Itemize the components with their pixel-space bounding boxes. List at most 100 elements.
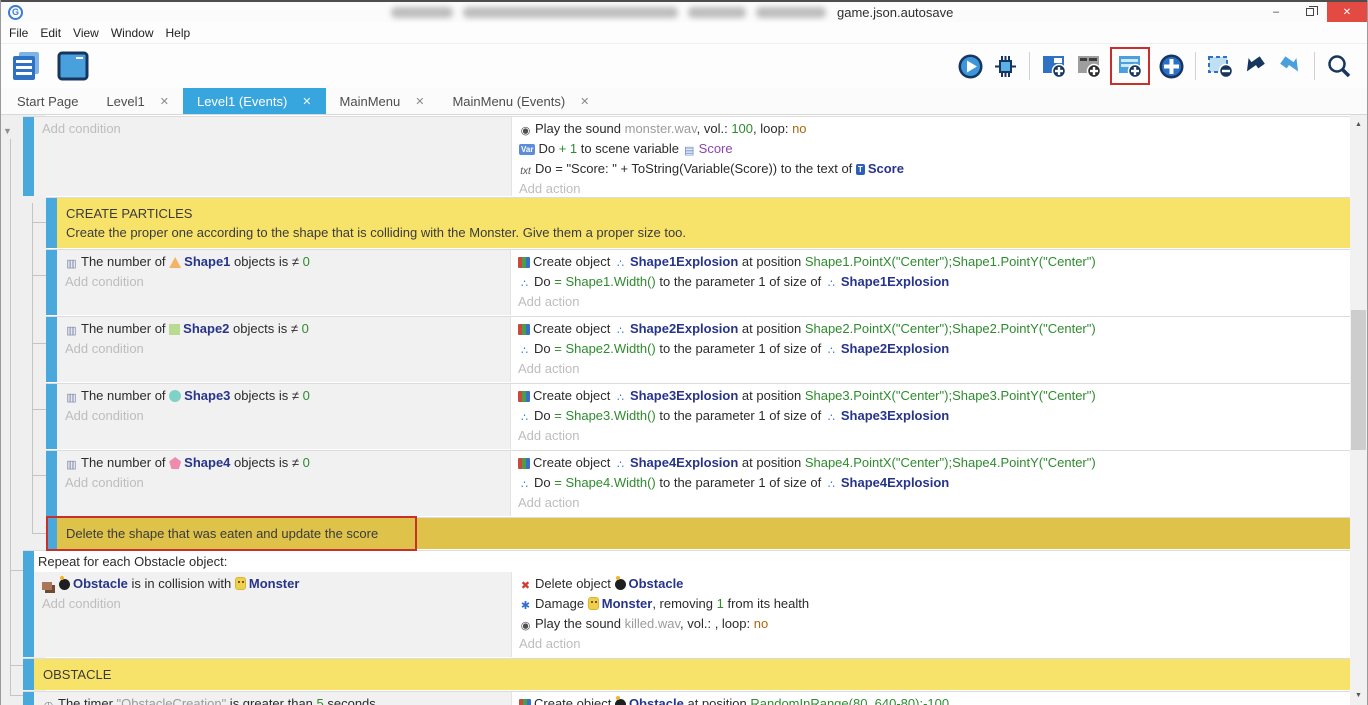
conditions-column[interactable]: ▥The number of Shape2 objects is ≠ 0Add … — [57, 317, 510, 382]
new-external-events-button[interactable] — [1116, 51, 1144, 81]
add-action-button[interactable]: Add action — [518, 493, 1350, 513]
actions-column[interactable]: Create object ∴Shape3Explosion at positi… — [510, 384, 1350, 449]
tab-level1[interactable]: Level1✕ — [92, 88, 183, 114]
menu-help[interactable]: Help — [166, 23, 200, 43]
add-condition-button[interactable]: Add condition — [42, 119, 511, 139]
menu-view[interactable]: View — [73, 23, 108, 43]
actions-column[interactable]: ✖Delete object Obstacle✱Damage Monster, … — [511, 572, 1350, 657]
conditions-column[interactable]: ▥The number of Shape3 objects is ≠ 0 Add … — [57, 384, 510, 449]
add-action-button[interactable]: Add action — [519, 179, 1350, 196]
actions-column[interactable]: ◉Play the sound monster.wav, vol.: 100, … — [511, 117, 1350, 196]
scrollbar-thumb[interactable] — [1351, 310, 1366, 450]
preview-window-button[interactable] — [54, 48, 91, 85]
actions-column[interactable]: Create object ∴Shape4Explosion at positi… — [510, 451, 1350, 516]
conditions-column[interactable]: ▥The number of Shape4 objects is ≠ 0Add … — [57, 451, 510, 516]
action-line[interactable]: ✱Damage Monster, removing 1 from its hea… — [519, 594, 1350, 614]
action-line[interactable]: ✖Delete object Obstacle — [519, 574, 1350, 594]
action-line[interactable]: ∴Do = Shape1.Width() to the parameter 1 … — [518, 272, 1350, 292]
debug-button[interactable] — [991, 51, 1019, 81]
preview-play-button[interactable] — [956, 51, 984, 81]
delete-shape-comment[interactable]: Delete the shape that was eaten and upda… — [46, 517, 1350, 549]
action-line[interactable]: Create object ∴Shape3Explosion at positi… — [518, 386, 1350, 406]
restore-button[interactable] — [1293, 2, 1327, 22]
add-action-button[interactable]: Add action — [519, 634, 1350, 654]
text-segment: Shape4.PointX("Center");Shape4.PointY("C… — [805, 455, 1096, 470]
tab-level1-events-[interactable]: Level1 (Events)✕ — [183, 88, 326, 114]
close-button[interactable]: ✕ — [1327, 2, 1367, 22]
add-condition-button[interactable]: Add condition — [42, 594, 511, 614]
undo-button[interactable] — [1241, 51, 1269, 81]
action-line[interactable]: ◉Play the sound killed.wav, vol.: , loop… — [519, 614, 1350, 634]
actions-column[interactable]: Create object Obstacle at position Rando… — [511, 692, 1350, 705]
add-condition-button[interactable]: Add condition — [65, 406, 510, 426]
conditions-column[interactable]: Obstacle is in collision with MonsterAdd… — [34, 572, 511, 657]
new-external-layout-button[interactable] — [1075, 51, 1103, 81]
tab-close-icon[interactable]: ✕ — [160, 95, 169, 108]
toolbar-separator — [1029, 52, 1030, 80]
obstacle-comment[interactable]: OBSTACLE — [23, 658, 1350, 690]
tab-close-icon[interactable]: ✕ — [302, 95, 311, 108]
actions-column[interactable]: Create object ∴Shape1Explosion at positi… — [510, 250, 1350, 315]
action-line[interactable]: VarDo + 1 to scene variable ▤Score — [519, 139, 1350, 159]
condition-line[interactable]: ◷The timer "ObstacleCreation" is greater… — [42, 694, 511, 705]
actions-column[interactable]: Create object ∴Shape2Explosion at positi… — [510, 317, 1350, 382]
add-condition-button[interactable]: Add condition — [65, 473, 510, 493]
action-line[interactable]: Create object ∴Shape4Explosion at positi… — [518, 453, 1350, 473]
shape4-particles-event[interactable]: ▥The number of Shape4 objects is ≠ 0Add … — [46, 450, 1350, 516]
obstacle-collision-repeat-event[interactable]: Repeat for each Obstacle object:Obstacle… — [23, 550, 1350, 657]
action-line[interactable]: ∴Do = Shape4.Width() to the parameter 1 … — [518, 473, 1350, 493]
condition-line[interactable]: ▥The number of Shape3 objects is ≠ 0 — [65, 386, 510, 406]
action-line[interactable]: ◉Play the sound monster.wav, vol.: 100, … — [519, 119, 1350, 139]
add-action-button[interactable]: Add action — [518, 426, 1350, 446]
toolbar-separator — [1314, 52, 1315, 80]
minimize-button[interactable]: – — [1259, 2, 1293, 22]
text-segment: at position — [684, 696, 751, 705]
monster-sound-score-event[interactable]: Add condition ◉Play the sound monster.wav… — [23, 116, 1350, 196]
condition-line[interactable]: Obstacle is in collision with Monster — [42, 574, 511, 594]
menu-edit[interactable]: Edit — [40, 23, 70, 43]
menu-file[interactable]: File — [9, 23, 37, 43]
obstacle-timer-event[interactable]: ◷The timer "ObstacleCreation" is greater… — [23, 691, 1350, 705]
tab-close-icon[interactable]: ✕ — [580, 95, 589, 108]
new-object-button[interactable] — [1157, 51, 1185, 81]
add-condition-button[interactable]: Add condition — [65, 272, 510, 292]
action-line[interactable]: Create object Obstacle at position Rando… — [519, 694, 1350, 705]
condition-line[interactable]: ▥The number of Shape2 objects is ≠ 0 — [65, 319, 510, 339]
add-condition-button[interactable]: Add condition — [65, 339, 510, 359]
conditions-column[interactable]: ◷The timer "ObstacleCreation" is greater… — [34, 692, 511, 705]
action-line[interactable]: Create object ∴Shape2Explosion at positi… — [518, 319, 1350, 339]
menu-window[interactable]: Window — [111, 23, 163, 43]
create-icon — [518, 458, 530, 469]
vertical-scrollbar[interactable]: ▲ ▼ — [1350, 115, 1367, 705]
tab-mainmenu[interactable]: MainMenu✕ — [326, 88, 439, 114]
scroll-up-icon[interactable]: ▲ — [1350, 117, 1367, 132]
shape2-particles-event[interactable]: ▥The number of Shape2 objects is ≠ 0Add … — [46, 316, 1350, 382]
search-button[interactable] — [1325, 51, 1353, 81]
new-scene-button[interactable] — [1040, 51, 1068, 81]
collapse-arrow-icon[interactable]: ▼ — [3, 126, 12, 136]
remove-resource-button[interactable] — [1206, 51, 1234, 81]
condition-line[interactable]: ▥The number of Shape1 objects is ≠ 0 — [65, 252, 510, 272]
tab-start-page[interactable]: Start Page — [3, 88, 92, 114]
text-segment: Add condition — [65, 408, 144, 423]
menu-bar: FileEditViewWindowHelp — [1, 22, 1367, 44]
tab-mainmenu-events-[interactable]: MainMenu (Events)✕ — [438, 88, 603, 114]
action-line[interactable]: Create object ∴Shape1Explosion at positi… — [518, 252, 1350, 272]
shape1-particles-event[interactable]: ▥The number of Shape1 objects is ≠ 0Add … — [46, 249, 1350, 315]
action-line[interactable]: ∴Do = Shape2.Width() to the parameter 1 … — [518, 339, 1350, 359]
text-segment: Do — [538, 141, 558, 156]
project-manager-button[interactable] — [8, 48, 45, 85]
add-action-button[interactable]: Add action — [518, 292, 1350, 312]
action-line[interactable]: ∴Do = Shape3.Width() to the parameter 1 … — [518, 406, 1350, 426]
text-segment: no — [792, 121, 806, 136]
add-action-button[interactable]: Add action — [518, 359, 1350, 379]
scroll-down-icon[interactable]: ▼ — [1350, 688, 1367, 703]
create-particles-comment[interactable]: CREATE PARTICLESCreate the proper one ac… — [46, 197, 1350, 248]
conditions-column[interactable]: ▥The number of Shape1 objects is ≠ 0Add … — [57, 250, 510, 315]
action-line[interactable]: txtDo = "Score: " + ToString(Variable(Sc… — [519, 159, 1350, 179]
redo-button[interactable] — [1276, 51, 1304, 81]
condition-line[interactable]: ▥The number of Shape4 objects is ≠ 0 — [65, 453, 510, 473]
conditions-column[interactable]: Add condition — [34, 117, 511, 196]
tab-close-icon[interactable]: ✕ — [415, 95, 424, 108]
shape3-particles-event[interactable]: ▥The number of Shape3 objects is ≠ 0 Add … — [46, 383, 1350, 449]
